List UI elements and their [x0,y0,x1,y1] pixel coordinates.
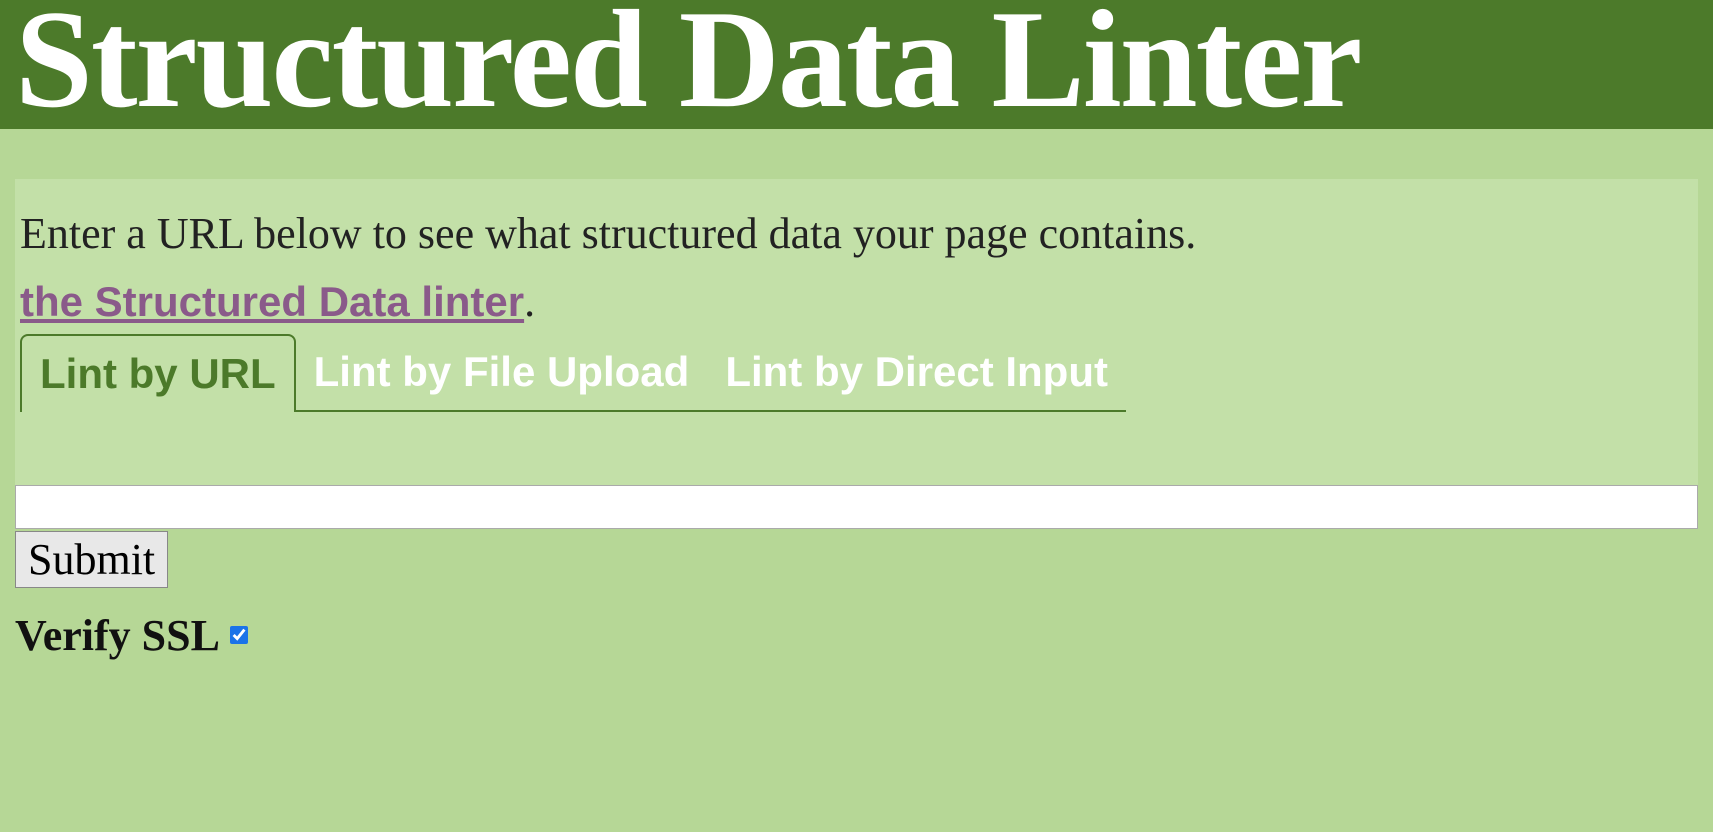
page-header: Structured Data Linter [0,0,1713,129]
intro-link-row: the Structured Data linter. [20,276,1693,327]
intro-period: . [524,277,535,326]
submit-button[interactable]: Submit [15,531,168,588]
page-title: Structured Data Linter [15,0,1360,137]
tab-lint-by-direct-input[interactable]: Lint by Direct Input [707,334,1126,412]
main-content: Enter a URL below to see what structured… [0,129,1713,676]
ssl-row: Verify SSL [15,610,1698,661]
tab-lint-by-url[interactable]: Lint by URL [20,334,296,412]
intro-text: Enter a URL below to see what structured… [20,192,1693,276]
tab-list: Lint by URL Lint by File Upload Lint by … [20,334,1693,412]
verify-ssl-checkbox[interactable] [230,626,248,644]
url-input[interactable] [15,485,1698,529]
tab-lint-by-file-upload[interactable]: Lint by File Upload [296,334,708,412]
tab-content-spacer [20,412,1693,472]
linter-link[interactable]: the Structured Data linter [20,278,524,325]
intro-section: Enter a URL below to see what structured… [15,179,1698,485]
verify-ssl-label: Verify SSL [15,610,220,661]
